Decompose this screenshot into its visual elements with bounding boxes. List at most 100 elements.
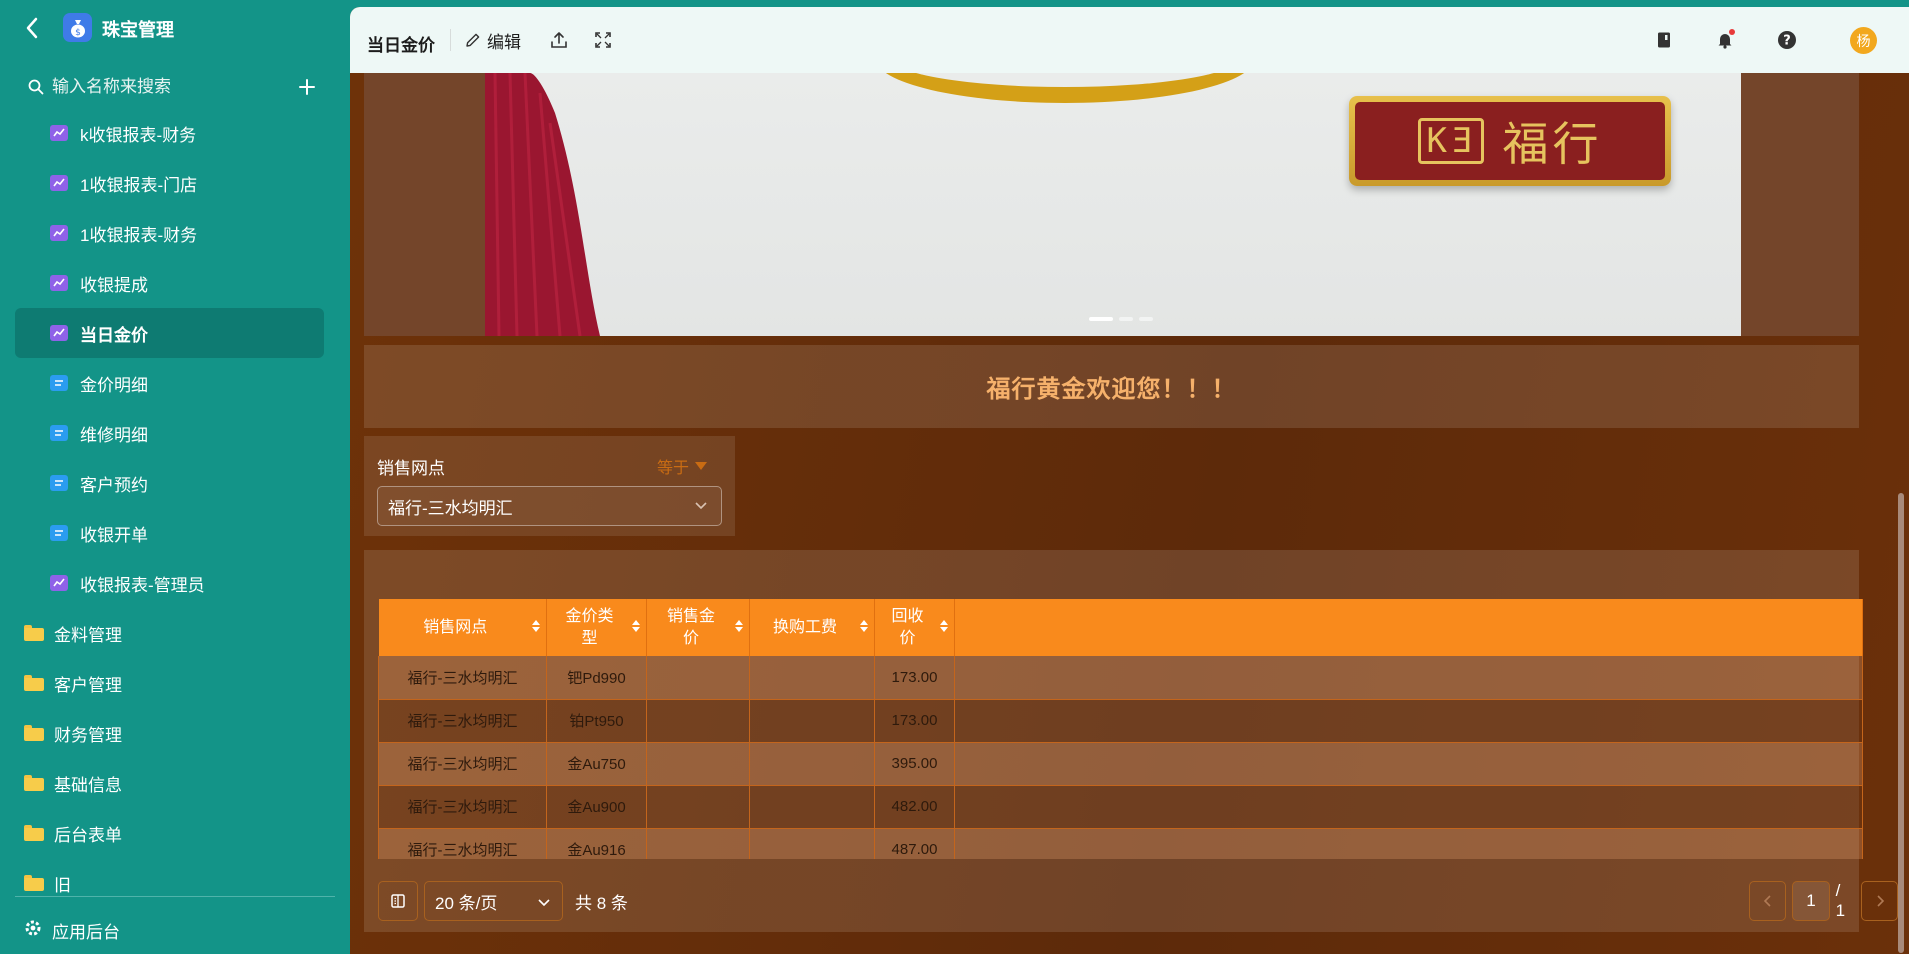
table-row[interactable]: 福行-三水均明汇 钯Pd990 173.00 [378,656,1863,700]
sort-icon[interactable] [735,620,743,632]
expand-icon [595,32,611,48]
prev-page-button[interactable] [1749,881,1787,921]
sidebar-item-gold-price-detail[interactable]: 金价明细 [0,358,350,408]
edit-button[interactable]: 编辑 [465,27,521,53]
filter-value-select[interactable]: 福行-三水均明汇 [377,486,722,526]
sidebar-item-repair-detail[interactable]: 维修明细 [0,408,350,458]
notification-button[interactable] [1712,27,1738,53]
column-header[interactable]: 回收价 [874,599,955,656]
column-header[interactable]: 销售网点 [378,599,547,656]
carousel-dot[interactable] [1139,317,1153,321]
sidebar-item-k-cashier-report-finance[interactable]: k收银报表-财务 [0,108,350,158]
next-page-button[interactable] [1861,881,1899,921]
help-button[interactable]: ? [1774,27,1800,53]
sort-icon[interactable] [940,620,948,632]
sidebar-item-cashier-order[interactable]: 收银开单 [0,508,350,558]
brand-plate-inner: KƎ 福行 [1355,102,1665,180]
brand-logo: KƎ [1417,118,1485,164]
sidebar-item-label: 1收银报表-财务 [80,225,198,245]
page-size-select[interactable]: 20 条/页 [424,881,563,921]
sidebar-folder-label: 客户管理 [54,675,122,695]
carousel-dot[interactable] [1119,317,1133,321]
sidebar-item-1-cashier-report-finance[interactable]: 1收银报表-财务 [0,208,350,258]
table-body: 福行-三水均明汇 钯Pd990 173.00 福行-三水均明汇 铂Pt950 173.00… [378,656,1863,859]
table-cell [749,699,875,743]
carousel-dot[interactable] [1089,317,1113,321]
carousel-slide-image: KƎ 福行 [485,73,1741,336]
table-scroll-area[interactable]: 销售网点 金价类型销售金价换购工费 回收价 福行-三水均明汇 钯Pd990 173.00… [378,599,1863,859]
sidebar-folder-basic-info[interactable]: 基础信息 [0,758,350,808]
filter-operator-dropdown[interactable]: 等于 [657,454,708,478]
table-cell [749,656,875,700]
chart-icon [50,325,68,341]
table-cell-filler [954,828,1863,859]
sort-icon[interactable] [532,620,540,632]
table-row[interactable]: 福行-三水均明汇 金Au916 487.00 [378,828,1863,859]
table-cell: 福行-三水均明汇 [378,742,547,786]
column-header-label: 价 [899,629,916,647]
fullscreen-button[interactable] [590,27,616,53]
table-row[interactable]: 福行-三水均明汇 金Au900 482.00 [378,785,1863,829]
chart-icon [50,225,68,241]
sidebar-item-daily-gold-price[interactable]: 当日金价 [0,308,350,358]
red-tassel-image [485,73,600,336]
image-carousel[interactable]: KƎ 福行 [364,73,1859,336]
sidebar-folder-gold-material[interactable]: 金料管理 [0,608,350,658]
sidebar-item-1-cashier-report-store[interactable]: 1收银报表-门店 [0,158,350,208]
sidebar-folder-old[interactable]: 旧 [0,858,350,908]
help-icon: ? [1778,31,1796,49]
sidebar-folder-customer[interactable]: 客户管理 [0,658,350,708]
chevron-right-icon [1877,895,1884,907]
sort-icon[interactable] [860,620,868,632]
table-cell: 福行-三水均明汇 [378,656,547,700]
folder-icon [24,775,44,791]
column-header[interactable]: 换购工费 [749,599,875,656]
table-cell-filler [954,699,1863,743]
notebook-button[interactable] [1651,27,1677,53]
edit-label: 编辑 [487,32,521,52]
avatar[interactable]: 杨 [1850,27,1877,54]
table-cell-filler [954,742,1863,786]
table-row[interactable]: 福行-三水均明汇 铂Pt950 173.00 [378,699,1863,743]
add-button[interactable] [292,72,322,102]
app-admin-link[interactable]: 应用后台 [24,918,120,943]
column-settings-button[interactable] [378,881,418,921]
gear-icon [24,919,42,942]
page-scrollbar[interactable] [1898,493,1904,953]
sidebar-item-label: 收银开单 [80,525,148,545]
welcome-banner: 福行黄金欢迎您！！！ [364,345,1859,428]
current-page-input[interactable]: 1 [1792,881,1830,921]
filter-operator-label: 等于 [657,460,690,477]
sidebar-folder-finance[interactable]: 财务管理 [0,708,350,758]
search-input[interactable] [52,77,282,97]
sidebar-item-label: k收银报表-财务 [80,125,197,145]
sidebar-item-cashier-commission[interactable]: 收银提成 [0,258,350,308]
column-header[interactable]: 金价类型 [546,599,647,656]
table-header-row: 销售网点 金价类型销售金价换购工费 回收价 [378,599,1863,656]
app-title: 珠宝管理 [102,20,174,40]
table-row[interactable]: 福行-三水均明汇 金Au750 395.00 [378,742,1863,786]
share-button[interactable] [546,27,572,53]
sidebar-item-cashier-report-admin[interactable]: 收银报表-管理员 [0,558,350,608]
chevron-left-icon [26,17,38,39]
sidebar-item-customer-appointment[interactable]: 客户预约 [0,458,350,508]
table-cell: 482.00 [874,785,955,829]
folder-icon [24,625,44,641]
table-cell: 铂Pt950 [546,699,647,743]
chevron-down-icon [538,899,550,907]
page-total-label: / 1 [1835,881,1846,920]
sidebar-folder-label: 金料管理 [54,625,122,645]
page-size-value: 20 条/页 [435,893,498,913]
money-bag-icon: $ [63,13,92,42]
column-header[interactable]: 销售金价 [646,599,750,656]
sidebar-folder-backend-forms[interactable]: 后台表单 [0,808,350,858]
pagination-right: 1 / 1 [1749,881,1899,921]
sidebar-item-label: 收银报表-管理员 [80,575,205,595]
back-button[interactable] [20,13,44,43]
search-icon [28,79,44,95]
column-header-label: 金价类 [565,607,614,625]
gold-price-table-card: 销售网点 金价类型销售金价换购工费 回收价 福行-三水均明汇 钯Pd990 173.00… [364,550,1899,932]
column-header-label: 销售金 [666,607,715,625]
brand-name: 福行 [1502,117,1603,171]
sort-icon[interactable] [632,620,640,632]
